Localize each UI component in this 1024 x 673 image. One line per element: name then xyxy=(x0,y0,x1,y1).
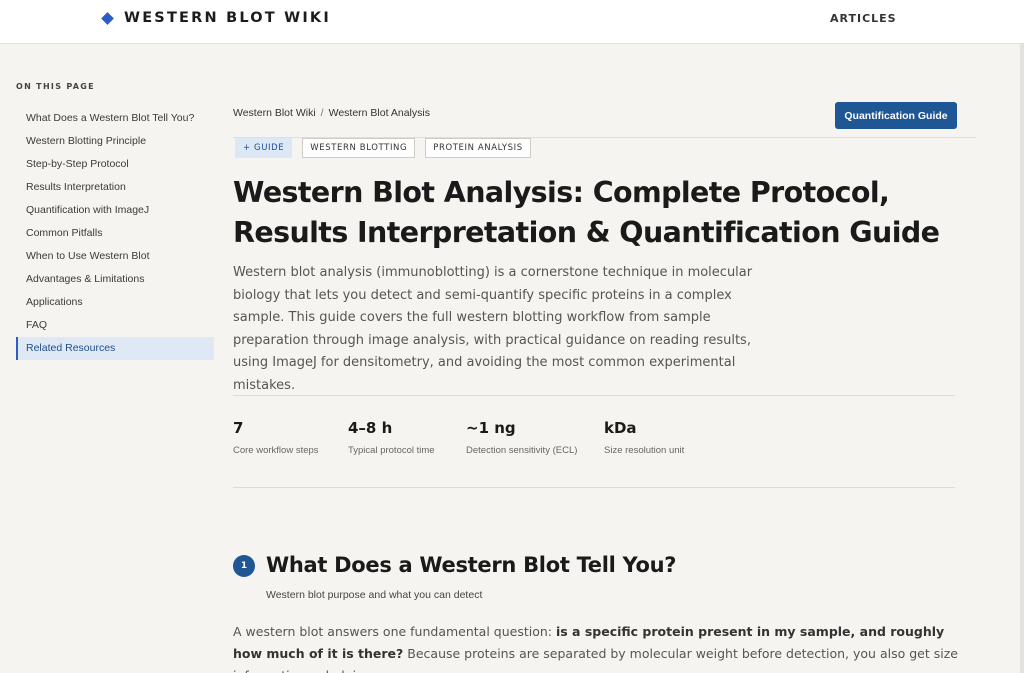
stats-divider-bottom xyxy=(233,487,955,488)
stat-value: 4–8 h xyxy=(348,419,393,437)
diamond-icon xyxy=(101,11,114,25)
stat-label: Typical protocol time xyxy=(348,445,435,456)
paragraph-lead: A western blot answers one fundamental q… xyxy=(233,624,556,639)
stat-protocol-time: 4–8 h Typical protocol time xyxy=(348,419,435,456)
stat-workflow-steps: 7 Core workflow steps xyxy=(233,419,319,456)
section-paragraph: A western blot answers one fundamental q… xyxy=(233,621,963,673)
page-scrollbar[interactable] xyxy=(1020,44,1024,673)
site-brand[interactable]: WESTERN BLOT WIKI xyxy=(101,10,331,26)
stat-label: Detection sensitivity (ECL) xyxy=(466,445,578,456)
breadcrumb: Western Blot Wiki / Western Blot Analysi… xyxy=(233,107,430,119)
table-of-contents: ON THIS PAGE What Does a Western Blot Te… xyxy=(16,82,214,360)
toc-item-quantification[interactable]: Quantification with ImageJ xyxy=(16,199,214,222)
stat-detection-sensitivity: ~1 ng Detection sensitivity (ECL) xyxy=(466,419,577,456)
toc-item-advantages[interactable]: Advantages & Limitations xyxy=(16,268,214,291)
stat-value: kDa xyxy=(604,419,637,437)
tag-guide[interactable]: + GUIDE xyxy=(235,138,293,158)
toc-heading: ON THIS PAGE xyxy=(16,82,95,91)
breadcrumb-separator: / xyxy=(320,107,324,119)
toc-item-what-does-western-blot-tell[interactable]: What Does a Western Blot Tell You? xyxy=(16,107,214,130)
tag-list: + GUIDE WESTERN BLOTTING PROTEIN ANALYSI… xyxy=(235,138,531,158)
stat-value: 7 xyxy=(233,419,244,437)
tag-western-blotting[interactable]: WESTERN BLOTTING xyxy=(302,138,416,158)
toc-item-applications[interactable]: Applications xyxy=(16,291,214,314)
stat-size-resolution: kDa Size resolution unit xyxy=(604,419,684,456)
section-number-badge: 1 xyxy=(233,555,255,577)
toc-item-pitfalls[interactable]: Common Pitfalls xyxy=(16,222,214,245)
toc-item-principle[interactable]: Western Blotting Principle xyxy=(16,130,214,153)
stat-label: Size resolution unit xyxy=(604,445,685,456)
brand-name: WESTERN BLOT WIKI xyxy=(124,10,331,26)
toc-item-related-resources[interactable]: Related Resources xyxy=(16,337,214,360)
section-title: What Does a Western Blot Tell You? xyxy=(266,553,677,577)
toc-item-protocol[interactable]: Step-by-Step Protocol xyxy=(16,153,214,176)
breadcrumb-current: Western Blot Analysis xyxy=(328,107,430,119)
section-subtitle: Western blot purpose and what you can de… xyxy=(266,589,483,601)
toc-list: What Does a Western Blot Tell You? Weste… xyxy=(16,107,214,360)
tag-protein-analysis[interactable]: PROTEIN ANALYSIS xyxy=(425,138,531,158)
stat-label: Core workflow steps xyxy=(233,445,319,456)
nav-link-articles[interactable]: ARTICLES xyxy=(830,12,897,25)
stats-divider-top xyxy=(233,395,955,396)
toc-item-results[interactable]: Results Interpretation xyxy=(16,176,214,199)
intro-paragraph: Western blot analysis (immunoblotting) i… xyxy=(233,265,753,393)
page-title: Western Blot Analysis: Complete Protocol… xyxy=(233,176,940,249)
top-navigation-bar: WESTERN BLOT WIKI ARTICLES xyxy=(0,0,1024,44)
breadcrumb-link-home[interactable]: Western Blot Wiki xyxy=(233,107,316,119)
toc-item-faq[interactable]: FAQ xyxy=(16,314,214,337)
toc-item-when-to-use[interactable]: When to Use Western Blot xyxy=(16,245,214,268)
stat-value: ~1 ng xyxy=(466,419,516,437)
quantification-guide-button[interactable]: Quantification Guide xyxy=(835,102,957,129)
